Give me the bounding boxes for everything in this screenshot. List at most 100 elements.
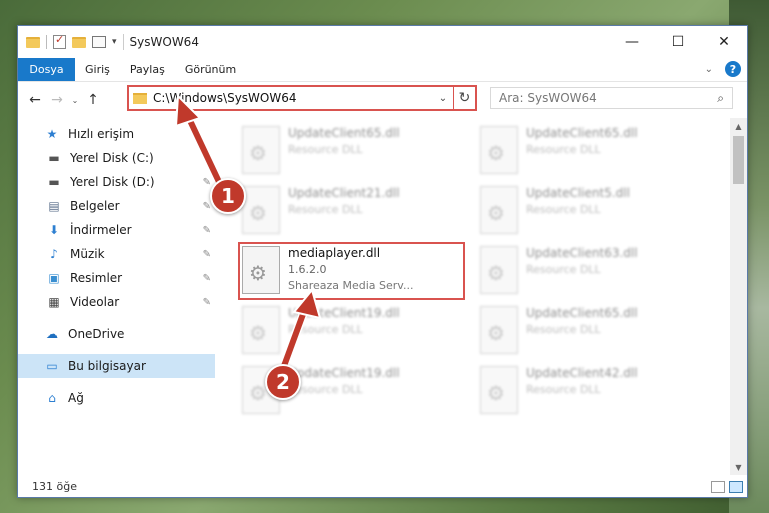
properties-icon[interactable] [92, 36, 106, 48]
tab-home[interactable]: Giriş [75, 58, 120, 81]
up-button[interactable]: ↑ [82, 92, 104, 108]
dll-file-icon [480, 306, 518, 354]
file-item[interactable]: UpdateClient65.dll Resource DLL [474, 302, 699, 362]
dll-file-icon [242, 186, 280, 234]
sidebar-item-pictures[interactable]: ▣ Resimler ✎ [18, 266, 215, 290]
scroll-down-icon[interactable]: ▼ [730, 459, 747, 475]
search-placeholder: Ara: SysWOW64 [499, 91, 597, 105]
navigation-pane: ★ Hızlı erişim ▬ Yerel Disk (C:) ✎ ▬ Yer… [18, 118, 215, 475]
recent-locations-button[interactable]: ⌄ [68, 96, 82, 105]
tiles-view-icon[interactable] [729, 481, 743, 493]
file-name: UpdateClient19.dll [288, 306, 400, 320]
navigation-bar: ← → ⌄ ↑ C:\Windows\SysWOW64 ⌄ ↻ Ara: Sys… [18, 82, 747, 118]
callout-badge-2: 2 [265, 364, 301, 400]
file-description: Resource DLL [288, 203, 363, 216]
sidebar-item-label: Videolar [70, 295, 120, 309]
sidebar-item-label: Yerel Disk (D:) [70, 175, 155, 189]
minimize-button[interactable]: — [609, 26, 655, 58]
window-controls: — ☐ ✕ [609, 26, 747, 58]
search-icon[interactable]: ⌕ [717, 91, 724, 106]
toolbar-divider [46, 35, 47, 49]
file-item[interactable]: UpdateClient19.dll Resource DLL [236, 302, 461, 362]
file-name: UpdateClient63.dll [526, 246, 638, 260]
file-name: UpdateClient21.dll [288, 186, 400, 200]
properties-check-icon[interactable] [53, 33, 66, 49]
scroll-up-icon[interactable]: ▲ [730, 118, 747, 134]
dll-file-icon [480, 186, 518, 234]
sidebar-item-this-pc[interactable]: ▭ Bu bilgisayar [18, 354, 215, 378]
file-item[interactable]: UpdateClient63.dll Resource DLL [474, 242, 699, 302]
file-name: UpdateClient65.dll [526, 126, 638, 140]
pin-icon[interactable]: ✎ [203, 201, 211, 212]
pin-icon[interactable]: ✎ [203, 249, 211, 260]
file-description: Resource DLL [526, 263, 601, 276]
pin-icon[interactable]: ✎ [203, 177, 211, 188]
callout-badge-1: 1 [210, 178, 246, 214]
file-description: Resource DLL [526, 203, 601, 216]
close-button[interactable]: ✕ [701, 26, 747, 58]
customize-toolbar-icon[interactable]: ▾ [112, 37, 117, 47]
star-icon: ★ [46, 127, 58, 141]
pin-icon[interactable]: ✎ [203, 225, 211, 236]
address-bar[interactable]: C:\Windows\SysWOW64 ⌄ ↻ [127, 85, 477, 111]
tab-file[interactable]: Dosya [18, 58, 75, 81]
picture-icon: ▣ [48, 271, 60, 285]
explorer-window: ▾ SysWOW64 — ☐ ✕ Dosya Giriş Paylaş Görü… [17, 25, 748, 498]
ribbon-right-controls: ⌄ ? [705, 61, 741, 77]
address-path[interactable]: C:\Windows\SysWOW64 [153, 91, 433, 105]
sidebar-item-videos[interactable]: ▦ Videolar ✎ [18, 290, 215, 314]
sidebar-item-onedrive[interactable]: ☁ OneDrive [18, 322, 215, 346]
sidebar-item-label: Yerel Disk (C:) [70, 151, 154, 165]
file-name: UpdateClient65.dll [526, 306, 638, 320]
sidebar-item-label: Bu bilgisayar [68, 359, 146, 373]
maximize-button[interactable]: ☐ [655, 26, 701, 58]
status-bar: 131 öğe [18, 475, 747, 497]
address-dropdown-button[interactable]: ⌄ [433, 93, 453, 104]
file-item[interactable]: UpdateClient21.dll Resource DLL [236, 182, 461, 242]
document-icon: ▤ [48, 199, 60, 213]
file-name: UpdateClient42.dll [526, 366, 638, 380]
file-name: UpdateClient5.dll [526, 186, 630, 200]
sidebar-item-quick-access[interactable]: ★ Hızlı erişim [18, 122, 215, 146]
help-icon[interactable]: ? [725, 61, 741, 77]
back-button[interactable]: ← [24, 92, 46, 108]
file-description: Resource DLL [526, 323, 601, 336]
sidebar-item-downloads[interactable]: ⬇ İndirmeler ✎ [18, 218, 215, 242]
search-input[interactable]: Ara: SysWOW64 ⌕ [490, 87, 733, 109]
forward-button[interactable]: → [46, 92, 68, 108]
window-title: SysWOW64 [129, 35, 199, 49]
file-item[interactable]: UpdateClient42.dll Resource DLL [474, 362, 699, 422]
pin-icon[interactable]: ✎ [203, 153, 211, 164]
download-icon: ⬇ [48, 223, 60, 237]
details-view-icon[interactable] [711, 481, 725, 493]
refresh-button[interactable]: ↻ [453, 87, 475, 109]
vertical-scrollbar[interactable]: ▲ ▼ [730, 118, 747, 475]
tab-view[interactable]: Görünüm [175, 58, 246, 81]
sidebar-item-music[interactable]: ♪ Müzik ✎ [18, 242, 215, 266]
tab-share[interactable]: Paylaş [120, 58, 175, 81]
file-item[interactable]: UpdateClient65.dll Resource DLL [474, 122, 699, 182]
file-description: Resource DLL [526, 143, 601, 156]
pin-icon[interactable]: ✎ [203, 273, 211, 284]
sidebar-item-documents[interactable]: ▤ Belgeler ✎ [18, 194, 215, 218]
file-item[interactable]: UpdateClient65.dll Resource DLL [236, 122, 461, 182]
sidebar-item-local-disk-c[interactable]: ▬ Yerel Disk (C:) ✎ [18, 146, 215, 170]
file-item[interactable]: UpdateClient5.dll Resource DLL [474, 182, 699, 242]
sidebar-item-network[interactable]: ⌂ Ağ [18, 386, 215, 410]
drive-icon: ▬ [48, 175, 60, 189]
scroll-thumb[interactable] [733, 136, 744, 184]
file-description: Resource DLL [526, 383, 601, 396]
dll-file-icon [480, 246, 518, 294]
pin-icon[interactable]: ✎ [203, 297, 211, 308]
file-name: UpdateClient65.dll [288, 126, 400, 140]
sidebar-item-label: Resimler [70, 271, 123, 285]
new-folder-icon[interactable] [72, 36, 86, 48]
ribbon-expand-icon[interactable]: ⌄ [705, 64, 713, 75]
music-icon: ♪ [50, 247, 58, 261]
quick-access-toolbar: ▾ [26, 33, 117, 49]
video-icon: ▦ [48, 295, 60, 309]
sidebar-item-local-disk-d[interactable]: ▬ Yerel Disk (D:) ✎ [18, 170, 215, 194]
dll-file-icon [242, 306, 280, 354]
